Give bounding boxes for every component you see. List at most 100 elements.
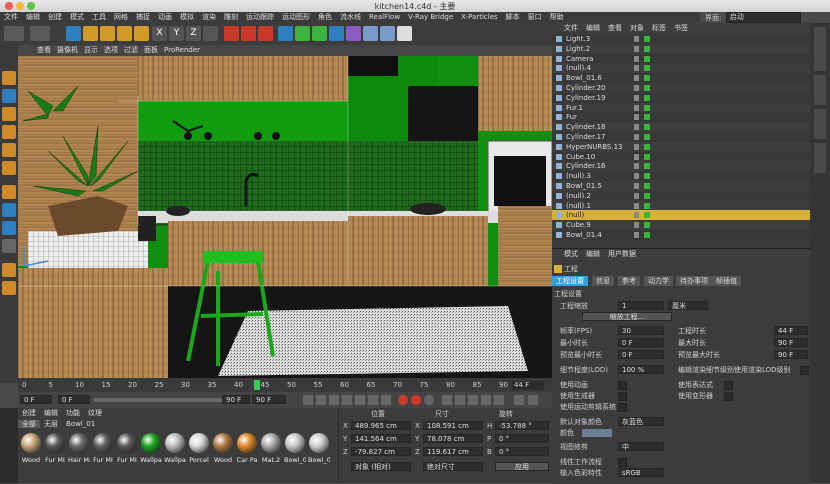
menu-file[interactable]: 文件: [0, 12, 22, 23]
menu-mograph[interactable]: 运动图形: [278, 12, 314, 23]
object-name[interactable]: Cylinder.18: [566, 122, 605, 132]
object-name[interactable]: (null).4: [566, 63, 591, 73]
enable-check-icon[interactable]: [644, 212, 650, 219]
enable-check-icon[interactable]: [644, 114, 650, 121]
object-name[interactable]: Cylinder.16: [566, 161, 605, 171]
object-name[interactable]: (null): [566, 210, 584, 220]
fps-field[interactable]: 30: [618, 326, 664, 335]
object-name[interactable]: Bowl_01.5: [566, 181, 602, 191]
rotation-key-icon[interactable]: [455, 395, 465, 405]
enable-check-icon[interactable]: [644, 232, 650, 238]
object-row[interactable]: Camera: [552, 53, 810, 64]
keyframe-selection-icon[interactable]: [424, 395, 434, 405]
linear-workflow-checkbox[interactable]: [618, 458, 627, 467]
playback-settings-icon[interactable]: [514, 395, 524, 405]
move-icon[interactable]: [83, 26, 98, 41]
material-filter-all[interactable]: 全部: [18, 420, 40, 428]
object-row[interactable]: Cylinder.19: [552, 92, 810, 103]
visibility-dots[interactable]: [634, 94, 639, 101]
render-lod-checkbox[interactable]: [800, 366, 809, 375]
material-swatch[interactable]: [237, 433, 257, 453]
project-time-field[interactable]: 44 F: [774, 326, 808, 335]
z-axis-lock-icon[interactable]: Z: [186, 26, 201, 41]
enable-check-icon[interactable]: [644, 153, 650, 160]
material-swatch[interactable]: [261, 433, 281, 453]
tab-todo[interactable]: 待办事项: [676, 276, 712, 286]
tweak-mode-icon[interactable]: [2, 203, 16, 217]
menu-script[interactable]: 脚本: [502, 12, 524, 23]
object-name[interactable]: Cube.9: [566, 220, 591, 230]
3d-viewport[interactable]: [18, 56, 552, 378]
x-axis-lock-icon[interactable]: X: [152, 26, 167, 41]
render-settings-icon[interactable]: [258, 26, 273, 41]
cube-icon[interactable]: [278, 26, 293, 41]
timeline-playhead[interactable]: [254, 380, 260, 390]
visibility-dots[interactable]: [634, 124, 639, 131]
autokey-icon[interactable]: [411, 395, 421, 405]
object-name[interactable]: Cylinder.19: [566, 93, 605, 103]
object-row[interactable]: Cube.9: [552, 220, 810, 230]
object-row[interactable]: Cylinder.17: [552, 132, 810, 142]
visibility-dots[interactable]: [634, 65, 639, 72]
object-row[interactable]: Bowl_01.4: [552, 230, 810, 240]
preview-max-field[interactable]: 90 F: [222, 395, 250, 404]
enable-check-icon[interactable]: [644, 45, 650, 52]
object-name[interactable]: (null).3: [566, 171, 591, 181]
enable-check-icon[interactable]: [644, 55, 650, 62]
prev-frame-icon[interactable]: [329, 395, 339, 405]
object-name[interactable]: Fur.1: [566, 103, 583, 113]
project-scale-unit-select[interactable]: 厘米: [668, 301, 708, 310]
object-row[interactable]: Bowl_01.6: [552, 73, 810, 83]
input-color-profile-select[interactable]: sRGB: [618, 468, 664, 477]
object-name[interactable]: Light.3: [566, 34, 590, 44]
enable-check-icon[interactable]: [644, 65, 650, 72]
object-row[interactable]: Cube.10: [552, 151, 810, 162]
visibility-dots[interactable]: [634, 153, 639, 160]
size-y-field[interactable]: 78.078 cm: [423, 434, 483, 443]
max-time-field[interactable]: 90 F: [774, 338, 808, 347]
menu-animate[interactable]: 动画: [154, 12, 176, 23]
menu-window[interactable]: 窗口: [524, 12, 546, 23]
menu-simulate[interactable]: 模拟: [176, 12, 198, 23]
side-tab-content[interactable]: [814, 109, 826, 139]
apply-button[interactable]: 应用: [495, 462, 549, 471]
rot-b-field[interactable]: 0 °: [495, 447, 549, 456]
start-frame-field[interactable]: 0 F: [20, 395, 52, 404]
menu-snap[interactable]: 捕捉: [132, 12, 154, 23]
object-name[interactable]: Bowl_01.4: [566, 230, 602, 240]
end-frame-field[interactable]: 90 F: [252, 395, 286, 404]
visibility-dots[interactable]: [634, 222, 639, 229]
object-name[interactable]: (null).2: [566, 191, 591, 201]
menu-xparticles[interactable]: X-Particles: [457, 12, 501, 23]
visibility-dots[interactable]: [634, 134, 639, 140]
object-row[interactable]: (null).3: [552, 171, 810, 181]
polygons-mode-icon[interactable]: [2, 161, 16, 175]
preview-min-time-field[interactable]: 0 F: [618, 350, 664, 359]
record-active-icon[interactable]: [398, 395, 408, 405]
enable-check-icon[interactable]: [644, 36, 650, 42]
material-swatch[interactable]: [213, 433, 233, 453]
light-icon[interactable]: [397, 26, 412, 41]
menu-mesh[interactable]: 网格: [110, 12, 132, 23]
visibility-dots[interactable]: [634, 85, 639, 91]
deformer-icon[interactable]: [346, 26, 361, 41]
enable-check-icon[interactable]: [644, 163, 650, 170]
use-generators-checkbox[interactable]: [618, 392, 627, 401]
preview-min-field[interactable]: 0 F: [58, 395, 90, 404]
viewport-menu-display[interactable]: 显示: [81, 45, 101, 56]
use-deformers-checkbox[interactable]: [724, 392, 733, 401]
preview-range-slider[interactable]: [94, 398, 234, 402]
om-menu-file[interactable]: 文件: [552, 24, 582, 32]
paint-icon[interactable]: [2, 281, 16, 295]
default-color-select[interactable]: 灰蓝色: [618, 417, 664, 426]
material-swatch[interactable]: [21, 433, 41, 453]
visibility-dots[interactable]: [634, 104, 639, 111]
timeline-ruler[interactable]: 0 5 10 15 20 25 30 35 40 45 50 55 60 65 70 75 80 85 90 44 …: [18, 378, 552, 392]
object-row[interactable]: Cylinder.16: [552, 161, 810, 172]
object-row[interactable]: Light.3: [552, 34, 810, 44]
menu-vray-bridge[interactable]: V-Ray Bridge: [404, 12, 457, 23]
side-tab-layers[interactable]: [814, 143, 826, 173]
object-name[interactable]: Fur: [566, 112, 577, 122]
object-row[interactable]: (null).1: [552, 200, 810, 211]
side-tab-takes[interactable]: [814, 75, 826, 105]
